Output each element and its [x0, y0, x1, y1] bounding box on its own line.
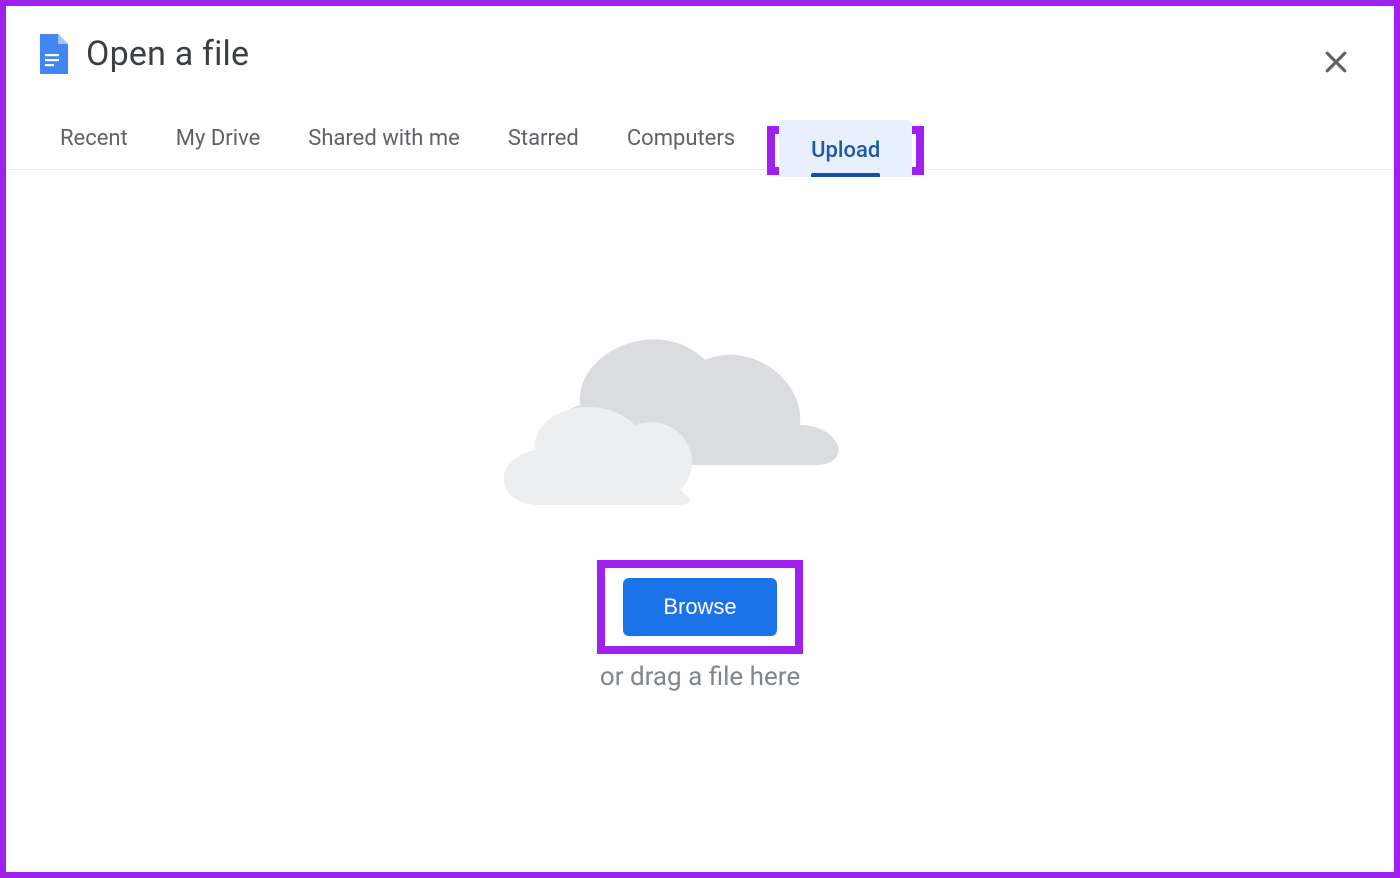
tabs-row: Recent My Drive Shared with me Starred C… — [6, 90, 1394, 170]
drag-hint-text: or drag a file here — [600, 662, 800, 692]
close-icon — [1321, 47, 1351, 81]
tab-shared-with-me[interactable]: Shared with me — [284, 110, 484, 169]
upload-panel: Browse or drag a file here — [6, 170, 1394, 692]
dialog-title: Open a file — [86, 34, 249, 74]
annotation-highlight-upload: Upload — [767, 126, 924, 175]
tab-upload[interactable]: Upload — [779, 120, 912, 177]
tab-computers[interactable]: Computers — [603, 110, 759, 169]
tab-starred[interactable]: Starred — [484, 110, 603, 169]
annotation-highlight-browse: Browse — [597, 560, 802, 654]
browse-button[interactable]: Browse — [623, 578, 776, 636]
cloud-illustration — [480, 300, 860, 510]
docs-icon — [36, 34, 68, 74]
dialog-open-file: Open a file Recent My Drive Shared with … — [0, 0, 1400, 878]
tab-upload-annotation: Upload — [767, 120, 924, 169]
tab-recent[interactable]: Recent — [36, 110, 152, 169]
tab-my-drive[interactable]: My Drive — [152, 110, 285, 169]
close-button[interactable] — [1318, 46, 1354, 82]
dialog-header: Open a file — [6, 6, 1394, 90]
